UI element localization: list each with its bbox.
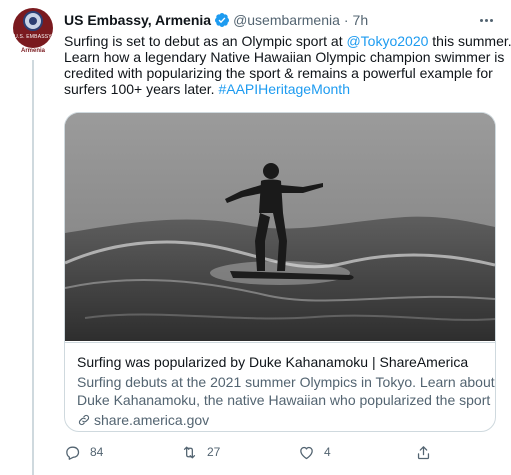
share-button[interactable]: [415, 440, 441, 464]
tweet-line-3: credited with popularizing the sport & r…: [64, 65, 493, 81]
like-count: 4: [324, 445, 331, 459]
tweet-header: US Embassy, Armenia @usembarmenia · 7h: [64, 10, 368, 30]
tweet-line-2: Learn how a legendary Native Hawaiian Ol…: [64, 49, 505, 65]
card-domain-text[interactable]: share.america.gov: [94, 411, 209, 429]
avatar-text: U.S. EMBASSY: [14, 34, 52, 40]
like-button[interactable]: 4: [298, 440, 331, 464]
separator: ·: [343, 12, 349, 28]
tweet-line-4: surfers 100+ years later. #AAPIHeritageM…: [64, 81, 494, 97]
mention-link[interactable]: @Tokyo2020: [346, 33, 428, 49]
card-description-line: Surfing debuts at the 2021 summer Olympi…: [77, 374, 495, 390]
share-icon: [417, 445, 430, 459]
embassy-seal-icon: [23, 11, 43, 31]
display-name[interactable]: US Embassy, Armenia: [64, 12, 211, 28]
handle[interactable]: @usembarmenia: [233, 12, 340, 28]
tweet-text-segment: this summer.: [428, 33, 511, 49]
thread-line: [32, 60, 34, 475]
link-icon: [78, 414, 90, 426]
timestamp[interactable]: 7h: [353, 12, 369, 28]
tweet-text: Surfing is set to debut as an Olympic sp…: [64, 33, 511, 97]
reply-icon: [66, 446, 80, 460]
like-icon: [300, 446, 313, 459]
card-image[interactable]: [65, 113, 495, 341]
reply-button[interactable]: 84: [64, 440, 103, 464]
avatar-label: Armenia: [20, 48, 45, 54]
tweet[interactable]: U.S. EMBASSY Armenia US Embassy, Armenia…: [0, 0, 511, 475]
tweet-text-segment: surfers 100+ years later.: [64, 81, 219, 97]
avatar[interactable]: U.S. EMBASSY: [13, 8, 53, 48]
card-info[interactable]: Surfing was popularized by Duke Kahanamo…: [65, 342, 496, 431]
card-title[interactable]: Surfing was popularized by Duke Kahanamo…: [77, 353, 483, 371]
more-icon[interactable]: [476, 12, 496, 28]
retweet-count: 27: [207, 445, 221, 459]
card-description-line: Duke Kahanamoku, the native Hawaiian who…: [77, 392, 496, 408]
surfer-photo: [65, 113, 495, 341]
retweet-icon: [183, 446, 196, 458]
card-description: Surfing debuts at the 2021 summer Olympi…: [77, 373, 496, 409]
hashtag-link[interactable]: #AAPIHeritageMonth: [218, 81, 350, 97]
action-bar: 84 27 4: [64, 440, 494, 464]
verified-icon: [215, 13, 230, 27]
card-domain[interactable]: share.america.gov: [77, 411, 483, 429]
link-card[interactable]: Surfing was popularized by Duke Kahanamo…: [64, 112, 496, 432]
reply-count: 84: [90, 445, 104, 459]
tweet-line-1: Surfing is set to debut as an Olympic sp…: [64, 33, 511, 49]
tweet-text-segment: Surfing is set to debut as an Olympic sp…: [64, 33, 347, 49]
retweet-button[interactable]: 27: [181, 440, 220, 464]
